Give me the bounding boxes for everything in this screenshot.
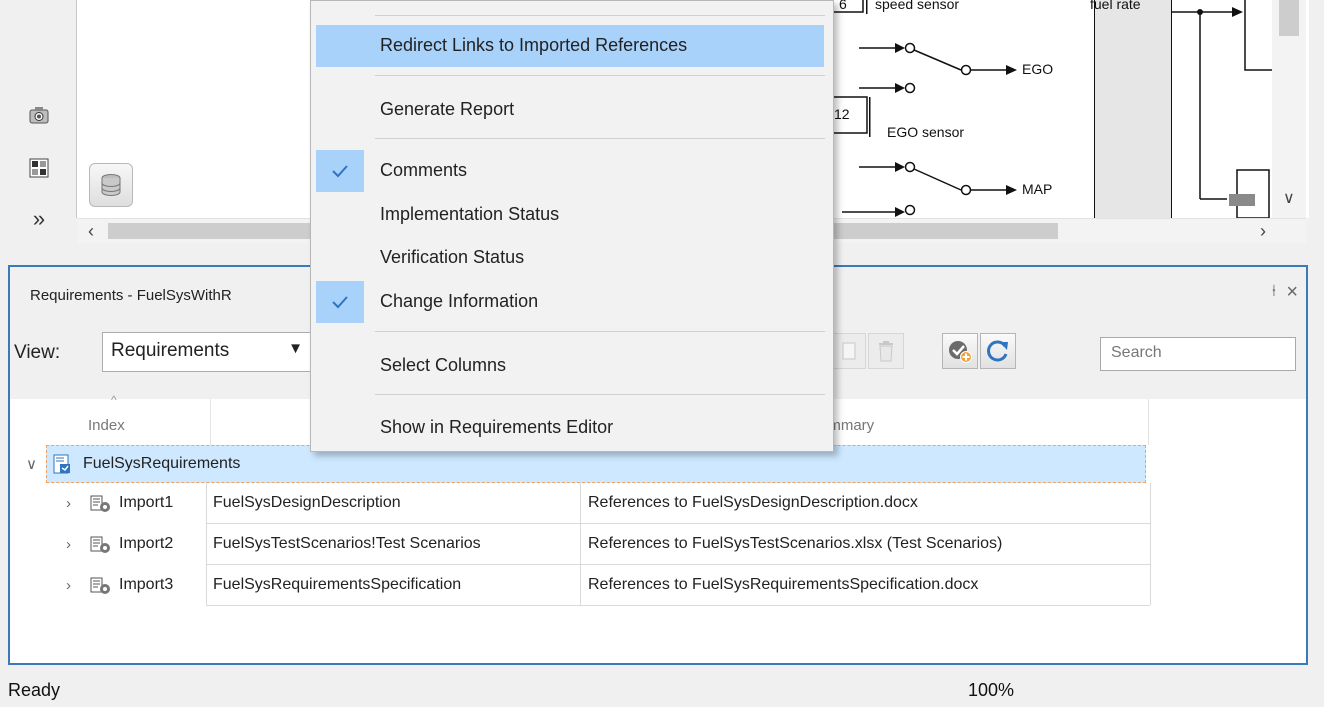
status-text: Ready <box>8 680 61 700</box>
menu-item-label: Redirect Links to Imported References <box>380 35 688 55</box>
view-dropdown[interactable]: Requirements ▼ <box>102 332 312 372</box>
import-icon <box>90 536 110 553</box>
column-divider <box>210 399 211 445</box>
vertical-scroll-thumb[interactable] <box>1279 0 1299 36</box>
requirement-set-icon <box>53 454 70 474</box>
diagram-label-12: 12 <box>834 106 850 122</box>
menu-item-verification-status[interactable]: Verification Status <box>311 237 833 279</box>
row-summary: References to FuelSysDesignDescription.d… <box>588 494 918 511</box>
view-dropdown-value: Requirements <box>111 340 230 361</box>
menu-item-label: Comments <box>380 160 468 180</box>
import-icon <box>90 577 110 594</box>
diagram-label-6: 6 <box>839 0 847 12</box>
zoom-level: 100% <box>968 680 1015 700</box>
expand-icon[interactable]: › <box>66 536 71 553</box>
context-menu: Redirect Links to Imported References Ge… <box>310 0 834 452</box>
pin-icon[interactable]: ⍿ <box>1272 283 1276 301</box>
copy-icon <box>842 342 856 360</box>
menu-item-generate-report[interactable]: Generate Report <box>311 89 833 131</box>
menu-separator <box>375 15 825 16</box>
vertical-scrollbar[interactable]: ∨ <box>1272 0 1306 218</box>
row-index: Import1 <box>119 494 174 511</box>
expand-icon[interactable]: › <box>66 495 71 512</box>
menu-item-label: Change Information <box>380 291 539 311</box>
menu-item-redirect-links[interactable]: Redirect Links to Imported References <box>316 25 824 67</box>
menu-item-label: Verification Status <box>380 247 525 267</box>
close-icon[interactable]: × <box>1286 281 1298 304</box>
row-index: Import2 <box>119 535 174 552</box>
scroll-down-icon[interactable]: ∨ <box>1283 188 1295 208</box>
expand-icon[interactable]: › <box>66 577 71 594</box>
refresh-icon <box>987 340 1008 362</box>
collapse-icon[interactable]: ∨ <box>26 455 37 473</box>
row-id: FuelSysTestScenarios!Test Scenarios <box>213 535 481 552</box>
database-button[interactable] <box>89 163 133 207</box>
checkmark-icon <box>316 281 364 323</box>
table-row[interactable]: › Import2 FuelSysTestScenarios!Test Scen… <box>46 525 1150 565</box>
row-summary: References to FuelSysRequirementsSpecifi… <box>588 576 979 593</box>
menu-separator <box>375 75 825 76</box>
menu-item-label: Show in Requirements Editor <box>380 417 614 437</box>
diagram-label-ego: EGO <box>1022 61 1054 77</box>
diagram-label-speed-sensor: speed sensor <box>875 0 960 12</box>
row-index: Import3 <box>119 576 174 593</box>
menu-separator <box>375 394 825 395</box>
image-icon[interactable] <box>27 156 51 180</box>
menu-item-select-columns[interactable]: Select Columns <box>311 345 833 387</box>
row-summary: References to FuelSysTestScenarios.xlsx … <box>588 535 1003 552</box>
root-label: FuelSysRequirements <box>83 455 241 472</box>
table-row[interactable]: › Import1 FuelSysDesignDescription Refer… <box>46 484 1150 524</box>
add-link-button[interactable] <box>942 333 978 369</box>
row-id: FuelSysRequirementsSpecification <box>213 576 462 593</box>
search-input[interactable]: Search <box>1100 337 1296 371</box>
menu-item-comments[interactable]: Comments <box>311 150 833 192</box>
diagram-label-ego-sensor: EGO sensor <box>887 124 965 140</box>
import-icon <box>90 495 110 512</box>
checkmark-icon <box>316 150 364 192</box>
add-link-icon <box>949 341 972 363</box>
dropdown-caret-icon: ▼ <box>288 340 303 357</box>
status-bar: Ready 100% <box>0 670 1324 707</box>
double-chevron-right-icon[interactable]: » <box>27 206 51 231</box>
column-header-index[interactable]: Index <box>88 417 125 434</box>
menu-item-label: Select Columns <box>380 355 507 375</box>
refresh-button[interactable] <box>980 333 1016 369</box>
left-toolbar: » <box>0 0 75 262</box>
diagram-label-map: MAP <box>1022 181 1053 197</box>
panel-title: Requirements - FuelSysWithR <box>30 287 232 304</box>
table-row[interactable]: › Import3 FuelSysRequirementsSpecificati… <box>46 566 1150 606</box>
menu-separator <box>375 331 825 332</box>
scroll-right-icon[interactable]: › <box>1260 221 1266 242</box>
copy-button[interactable] <box>830 333 866 369</box>
camera-icon[interactable] <box>27 103 51 127</box>
menu-item-change-information[interactable]: Change Information <box>311 281 833 323</box>
delete-button[interactable] <box>868 333 904 369</box>
view-label: View: <box>14 342 61 363</box>
delete-icon <box>879 341 893 362</box>
sort-ascending-icon[interactable]: ^ <box>111 393 117 407</box>
menu-item-implementation-status[interactable]: Implementation Status <box>311 194 833 236</box>
row-id: FuelSysDesignDescription <box>213 494 401 511</box>
menu-item-label: Generate Report <box>380 99 515 119</box>
menu-separator <box>375 138 825 139</box>
diagram-block-subsystem[interactable] <box>1094 0 1172 218</box>
menu-item-label: Implementation Status <box>380 204 560 224</box>
diagram-label-fuel-rate: fuel rate <box>1090 0 1141 12</box>
row-divider <box>1150 483 1151 605</box>
menu-item-show-in-editor[interactable]: Show in Requirements Editor <box>311 407 833 449</box>
database-icon <box>101 174 121 196</box>
scroll-left-icon[interactable]: ‹ <box>88 221 94 242</box>
column-divider <box>1148 399 1149 445</box>
